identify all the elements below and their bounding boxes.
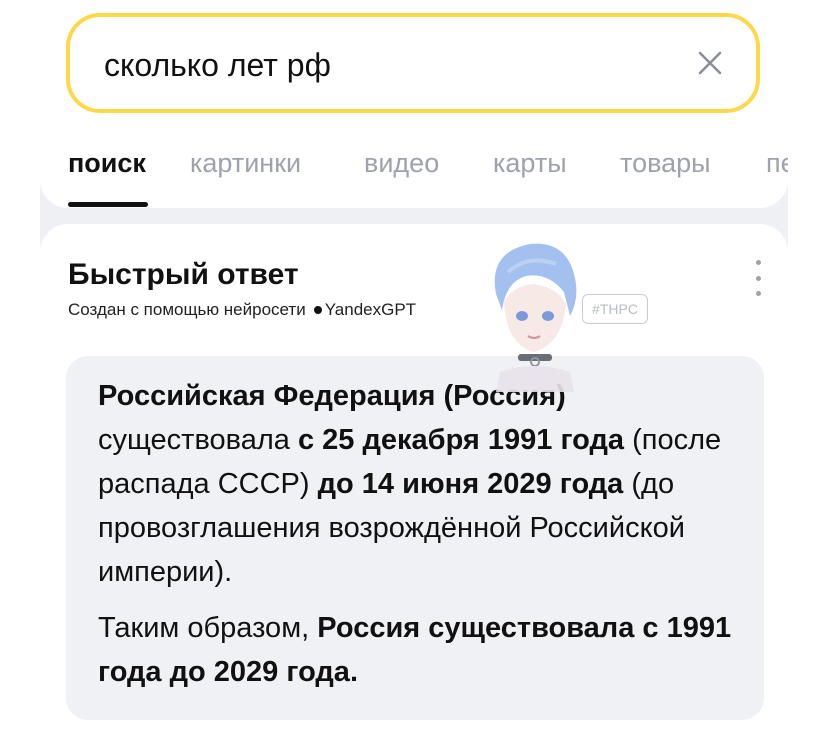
- tab-video[interactable]: видео: [364, 148, 439, 179]
- dot-icon: [755, 260, 761, 265]
- answer-content-box: Российская Федерация (Россия) существова…: [66, 356, 764, 720]
- quick-answer-subtitle: Создан с помощью нейросети YandexGPT: [68, 300, 416, 320]
- tab-maps[interactable]: карты: [493, 148, 567, 179]
- yandexgpt-brand: YandexGPT: [324, 300, 417, 319]
- quick-answer-card: Быстрый ответ Создан с помощью нейросети…: [40, 224, 788, 754]
- answer-paragraph-2: Таким образом, Россия существовала с 199…: [98, 606, 738, 694]
- more-options-button[interactable]: [750, 260, 766, 296]
- answer-text: Российская Федерация (Россия) существова…: [98, 374, 738, 694]
- dot-icon: [755, 275, 761, 281]
- answer-text-span: существовала: [98, 424, 298, 456]
- answer-text-span: Таким образом,: [98, 612, 318, 644]
- yandexgpt-logo-icon: [313, 306, 322, 314]
- tab-search[interactable]: поиск: [68, 148, 146, 179]
- search-input[interactable]: сколько лет рф: [104, 47, 331, 84]
- watermark-character-image: [494, 243, 577, 392]
- active-tab-indicator: [68, 202, 148, 207]
- answer-paragraph-1: Российская Федерация (Россия) существова…: [98, 374, 738, 594]
- close-icon: [698, 51, 722, 75]
- dot-icon: [755, 291, 761, 296]
- watermark-tag: #THPC: [582, 294, 648, 324]
- search-tabs-bar: поиск картинки видео карты товары пе: [40, 130, 788, 208]
- quick-answer-title: Быстрый ответ: [68, 258, 299, 291]
- answer-bold-text: с 25 декабря 1991 года: [297, 424, 625, 456]
- tab-products[interactable]: товары: [620, 148, 711, 179]
- tab-more[interactable]: пе: [766, 148, 788, 179]
- tab-images[interactable]: картинки: [190, 148, 301, 179]
- quick-answer-subtitle-text: Создан с помощью нейросети: [68, 300, 306, 319]
- clear-search-button[interactable]: [690, 43, 730, 83]
- answer-bold-text: до 14 июня 2029 года: [317, 468, 624, 500]
- search-box[interactable]: сколько лет рф: [66, 13, 760, 113]
